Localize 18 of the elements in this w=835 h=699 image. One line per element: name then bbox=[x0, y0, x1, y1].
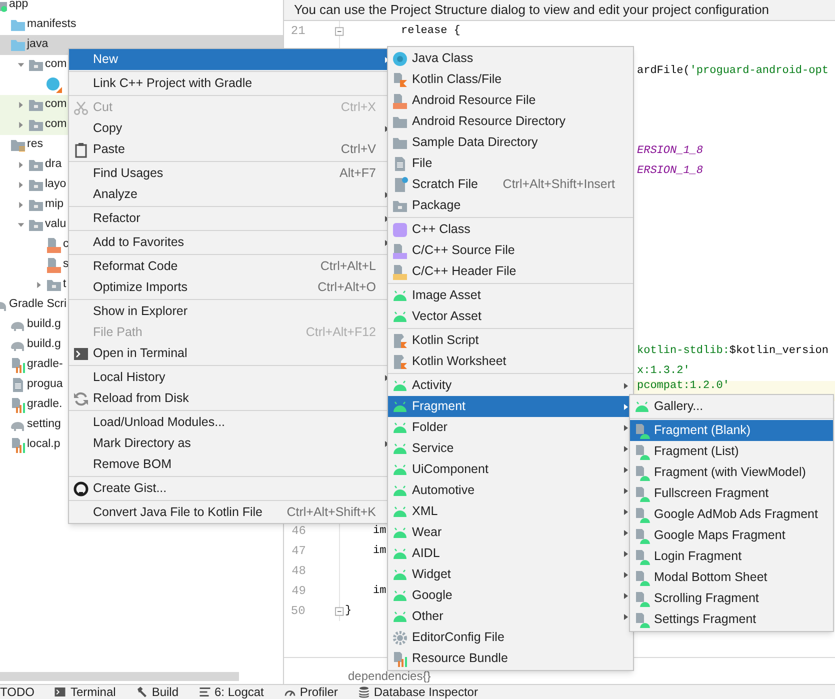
code-line: im bbox=[373, 524, 386, 539]
code-line: pcompat:1.2.0' bbox=[637, 378, 730, 394]
line-number: 21 bbox=[290, 23, 306, 40]
code-line: im bbox=[373, 544, 386, 559]
code-line: } bbox=[345, 604, 352, 619]
code-line: ERSION_1_8 bbox=[637, 164, 704, 179]
code-line: ERSION_1_8 bbox=[637, 144, 704, 159]
line-number: 48 bbox=[290, 563, 306, 580]
code-line: im bbox=[373, 584, 386, 599]
line-number: 49 bbox=[290, 583, 306, 600]
line-number: 46 bbox=[290, 523, 306, 540]
info-banner: You can use the Project Structure dialog to view and edit your project configuration bbox=[284, 0, 835, 21]
code-line: x:1.3.2' bbox=[637, 364, 690, 379]
line-number: 47 bbox=[290, 543, 306, 560]
code-line: ardFile('proguard-android-opt bbox=[637, 64, 828, 79]
code-line: release { bbox=[401, 24, 460, 39]
line-number: 50 bbox=[290, 603, 306, 620]
code-line: kotlin-stdlib:$kotlin_version bbox=[637, 344, 828, 359]
